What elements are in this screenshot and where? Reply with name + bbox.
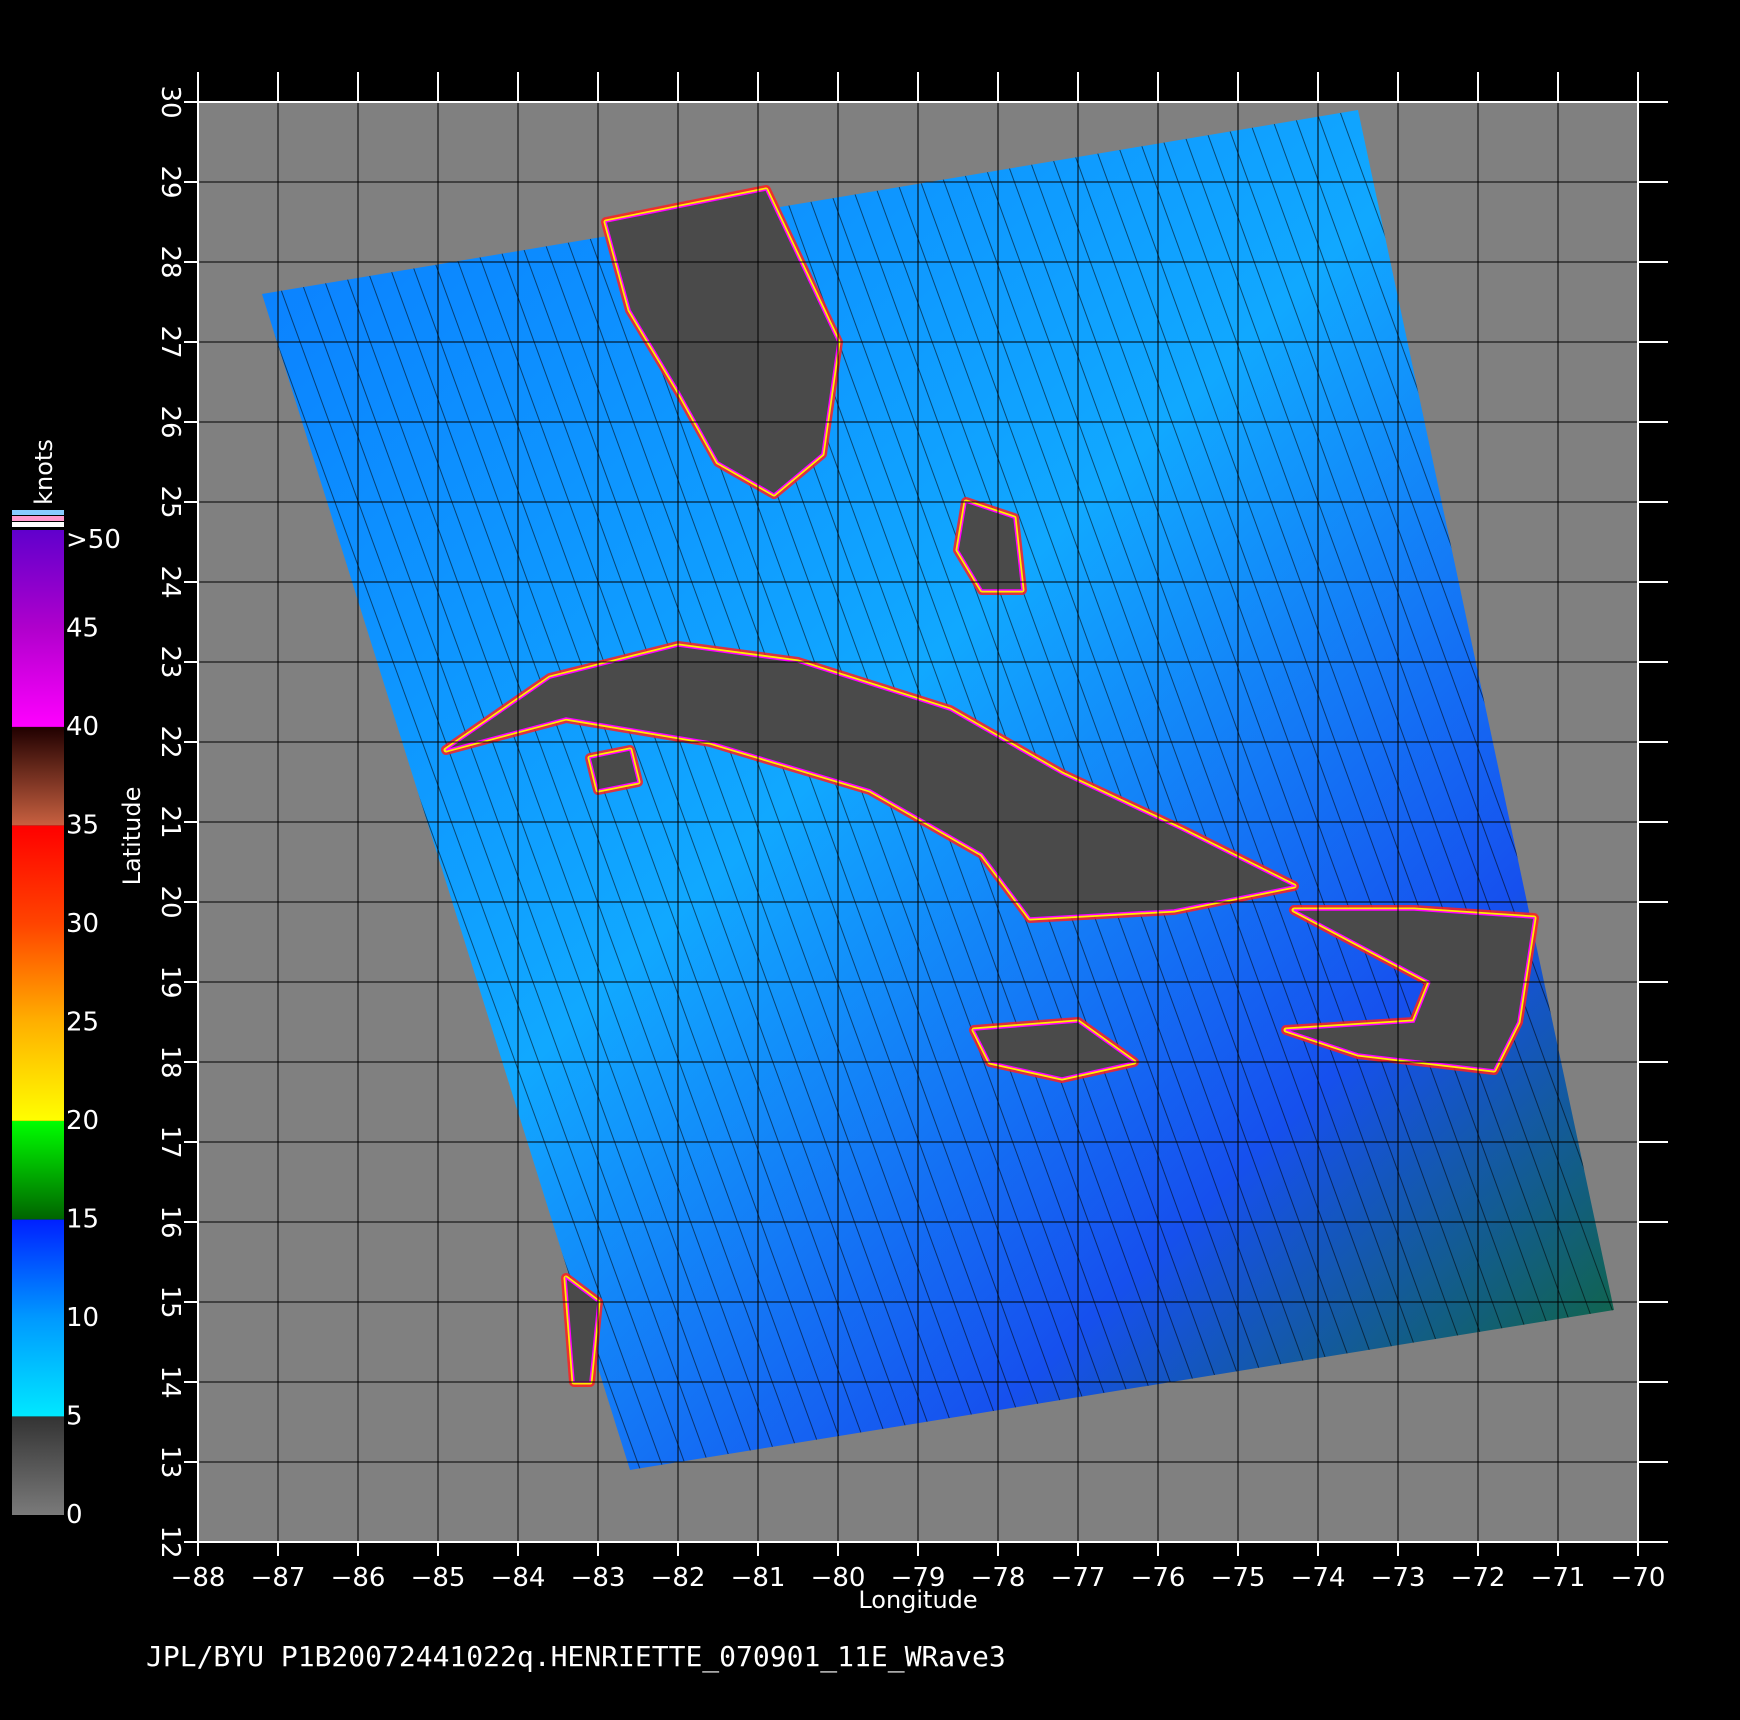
colorbar-segment (12, 726, 64, 728)
y-tick-label: 15 (155, 1285, 185, 1318)
colorbar-label: 15 (66, 1205, 99, 1235)
y-tick-label: 16 (155, 1205, 185, 1238)
colorbar-label: 0 (66, 1500, 83, 1530)
y-tick-label: 21 (155, 805, 185, 838)
x-tick-label: −86 (331, 1563, 386, 1593)
x-tick-label: −73 (1371, 1563, 1426, 1593)
colorbar-label: 30 (66, 909, 99, 939)
y-tick-label: 29 (155, 165, 185, 198)
x-tick-label: −74 (1291, 1563, 1346, 1593)
x-tick-label: −84 (491, 1563, 546, 1593)
colorbar-label: >50 (66, 525, 121, 555)
y-tick-label: 26 (155, 405, 185, 438)
y-tick-label: 18 (155, 1045, 185, 1078)
x-tick-label: −75 (1211, 1563, 1266, 1593)
x-tick-label: −85 (411, 1563, 466, 1593)
colorbar: >50 45 40 35 30 25 20 15 10 5 0 (12, 510, 121, 1530)
colorbar-label: 40 (66, 712, 99, 742)
x-tick-label: −72 (1451, 1563, 1506, 1593)
y-tick-label: 28 (155, 245, 185, 278)
y-tick-label: 14 (155, 1365, 185, 1398)
colorbar-label: 25 (66, 1008, 99, 1038)
y-tick-label: 30 (155, 85, 185, 118)
y-tick-label: 13 (155, 1445, 185, 1478)
colorbar-segment (12, 924, 64, 1023)
colorbar-overflow-stripe (12, 522, 64, 527)
x-axis-title: Longitude (858, 1586, 977, 1614)
wind-map-figure: −88 −87 −86 −85 −84 −83 −82 −81 −80 −79 −78 −77 −76−… (12, 72, 1668, 1614)
x-tick-label: −81 (731, 1563, 786, 1593)
y-tick-label: 25 (155, 485, 185, 518)
x-tick-label: −70 (1611, 1563, 1666, 1593)
colorbar-segment (12, 1219, 64, 1220)
y-tick-label: 24 (155, 565, 185, 598)
x-tick-label: −80 (811, 1563, 866, 1593)
x-tick-label: −88 (171, 1563, 226, 1593)
colorbar-segment (12, 825, 64, 826)
x-tick-label: −77 (1051, 1563, 1106, 1593)
colorbar-label: 5 (66, 1402, 83, 1432)
colorbar-label: 10 (66, 1303, 99, 1333)
colorbar-segment (12, 1219, 64, 1318)
y-tick-label: 19 (155, 965, 185, 998)
y-axis-title: Latitude (118, 787, 146, 886)
colorbar-label: 20 (66, 1106, 99, 1136)
y-tick-label: 20 (155, 885, 185, 918)
colorbar-segment (12, 530, 64, 629)
y-tick-label: 27 (155, 325, 185, 358)
x-tick-label: −87 (251, 1563, 306, 1593)
colorbar-segment (12, 628, 64, 727)
footer-caption: JPL/BYU P1B20072441022q.HENRIETTE_070901… (146, 1640, 1006, 1673)
colorbar-title: knots (30, 439, 58, 505)
colorbar-overflow-stripe (12, 516, 64, 521)
colorbar-segment (12, 727, 64, 826)
x-tick-label: −78 (971, 1563, 1026, 1593)
colorbar-segment (12, 1416, 64, 1515)
x-tick-label: −82 (651, 1563, 706, 1593)
y-tick-label: 17 (155, 1125, 185, 1158)
colorbar-segment (12, 1022, 64, 1121)
x-tick-label: −83 (571, 1563, 626, 1593)
y-tick-label: 22 (155, 725, 185, 758)
land-isla-de-la-juventud (589, 749, 639, 791)
colorbar-label: 45 (66, 614, 99, 644)
colorbar-segment (12, 1416, 64, 1417)
colorbar-segment (12, 1120, 64, 1122)
x-tick-label: −71 (1531, 1563, 1586, 1593)
y-tick-label: 23 (155, 645, 185, 678)
x-tick-label: −76 (1131, 1563, 1186, 1593)
colorbar-segment (12, 1121, 64, 1220)
colorbar-segment (12, 825, 64, 924)
colorbar-label: 35 (66, 811, 99, 841)
colorbar-overflow-stripe (12, 510, 64, 515)
colorbar-segment (12, 1318, 64, 1417)
y-tick-label: 12 (155, 1525, 185, 1558)
